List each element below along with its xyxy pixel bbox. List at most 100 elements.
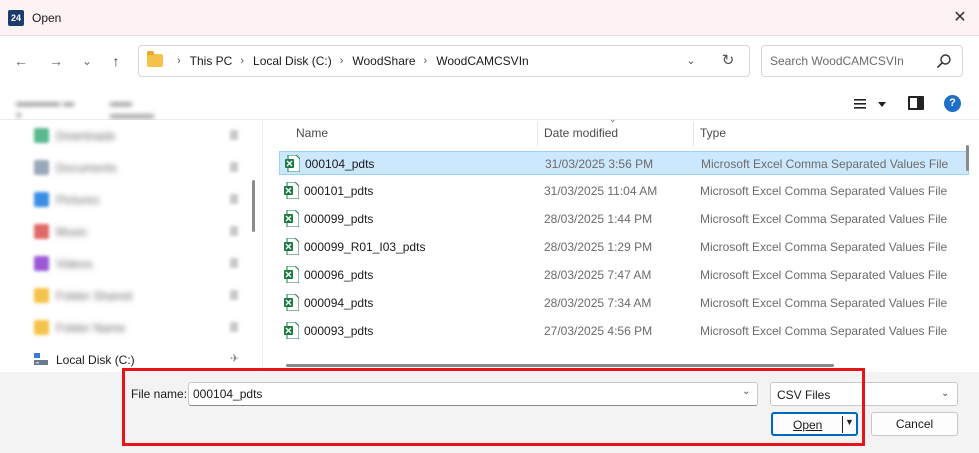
breadcrumb-local-disk[interactable]: Local Disk (C:) (253, 54, 332, 68)
search-icon[interactable] (936, 53, 952, 69)
recent-locations-button[interactable]: ⌄ (75, 50, 99, 72)
close-button[interactable]: ✕ (946, 6, 974, 30)
file-row[interactable]: 000094_pdts 28/03/2025 7:34 AM Microsoft E… (279, 291, 969, 315)
cancel-button[interactable]: Cancel (871, 412, 958, 436)
file-type-select[interactable]: CSV Files ⌄ (770, 382, 958, 406)
open-button-label: Open (793, 418, 823, 432)
pin-icon (230, 194, 238, 204)
search-input[interactable] (770, 52, 930, 70)
file-date-modified: 31/03/2025 11:04 AM (544, 184, 658, 198)
download-icon (34, 128, 49, 143)
file-row[interactable]: 000099_pdts 28/03/2025 1:44 PM Microsoft E… (279, 207, 969, 231)
excel-csv-icon (284, 266, 299, 283)
view-options-icon[interactable] (854, 96, 890, 112)
file-name-input[interactable] (193, 386, 723, 402)
sidebar-item-pictures[interactable]: Pictures (34, 190, 238, 210)
file-type: Microsoft Excel Comma Separated Values F… (700, 212, 948, 226)
search-box[interactable] (761, 45, 963, 77)
folder-icon (34, 288, 49, 303)
up-button[interactable]: ↑ (104, 50, 128, 72)
app-icon: 24 (8, 10, 24, 26)
excel-csv-icon (284, 210, 299, 227)
horizontal-scrollbar[interactable] (286, 364, 834, 367)
sidebar-item-label: Local Disk (C:) (56, 353, 135, 367)
column-divider[interactable] (537, 122, 538, 146)
file-name: 000093_pdts (304, 324, 374, 338)
chevron-down-icon[interactable]: ⌄ (742, 386, 750, 397)
sidebar-item-documents[interactable]: Documents (34, 158, 238, 178)
new-folder-button[interactable]: ▬▬ ▬▬▬▬ (110, 97, 168, 121)
sidebar-item-label: Videos (56, 257, 93, 271)
column-header-type[interactable]: Type (700, 120, 726, 146)
sidebar-item-label: Downloads (56, 129, 116, 143)
refresh-button[interactable]: ↻ (717, 51, 739, 71)
command-bar: ▬▬▬▬ ▬ ▾ ▬▬ ▬▬▬▬ ? (0, 86, 979, 122)
sidebar-item-music[interactable]: Music (34, 222, 238, 242)
breadcrumb: › This PC › Local Disk (C:) › WoodShare … (169, 46, 529, 76)
file-type: Microsoft Excel Comma Separated Values F… (700, 324, 948, 338)
file-name: 000104_pdts (305, 157, 375, 171)
document-icon (34, 160, 49, 175)
drive-icon (34, 353, 48, 365)
address-history-dropdown[interactable]: ⌄ (682, 52, 700, 70)
window-title: Open (32, 11, 62, 25)
sidebar-scrollbar[interactable] (252, 180, 255, 232)
excel-csv-icon (285, 155, 300, 172)
sidebar-item-label: Pictures (56, 193, 100, 207)
excel-csv-icon (284, 238, 299, 255)
forward-button[interactable]: → (44, 50, 68, 72)
breadcrumb-this-pc[interactable]: This PC (190, 54, 233, 68)
file-date-modified: 28/03/2025 1:44 PM (544, 212, 653, 226)
navigation-pane: Downloads Documents Pictures Music Video… (0, 120, 262, 372)
preview-pane-icon[interactable] (908, 96, 924, 110)
file-row[interactable]: 000096_pdts 28/03/2025 7:47 AM Microsoft E… (279, 263, 969, 287)
folder-icon (147, 51, 163, 67)
folder-icon (34, 320, 49, 335)
pin-icon: ✈ (230, 353, 240, 365)
split-divider (842, 416, 843, 433)
file-list-scrollbar[interactable] (966, 145, 969, 171)
back-button[interactable]: ← (9, 50, 33, 72)
excel-csv-icon (284, 322, 299, 339)
open-options-dropdown[interactable]: ▼ (845, 417, 854, 427)
file-type-value: CSV Files (777, 388, 831, 402)
file-date-modified: 28/03/2025 1:29 PM (544, 240, 653, 254)
file-type: Microsoft Excel Comma Separated Values F… (700, 240, 948, 254)
file-date-modified: 28/03/2025 7:34 AM (544, 296, 652, 310)
help-icon[interactable]: ? (944, 95, 961, 112)
breadcrumb-woodcamcsvin[interactable]: WoodCAMCSVIn (436, 54, 528, 68)
chevron-right-icon: › (423, 55, 428, 67)
file-row[interactable]: 000101_pdts 31/03/2025 11:04 AM Microsoft … (279, 179, 969, 203)
file-name-field[interactable]: ⌄ (188, 382, 758, 406)
chevron-right-icon: › (177, 55, 181, 67)
sidebar-item-folder-2[interactable]: Folder Name (34, 318, 238, 338)
pin-icon (230, 290, 238, 300)
organize-button[interactable]: ▬▬▬▬ ▬ ▾ (16, 97, 80, 122)
sidebar-item-folder-1[interactable]: Folder Shared (34, 286, 238, 306)
file-date-modified: 31/03/2025 3:56 PM (545, 157, 654, 171)
pin-icon (230, 322, 238, 332)
file-type: Microsoft Excel Comma Separated Values F… (701, 157, 949, 171)
column-divider[interactable] (693, 122, 694, 146)
sidebar-item-label: Music (56, 225, 88, 239)
file-type: Microsoft Excel Comma Separated Values F… (700, 184, 948, 198)
file-type: Microsoft Excel Comma Separated Values F… (700, 268, 948, 282)
chevron-down-icon: ⌄ (941, 388, 950, 399)
sidebar-item-local-disk[interactable]: Local Disk (C:) ✈ (34, 350, 239, 370)
column-header-date-modified[interactable]: Date modified (544, 120, 618, 146)
file-row[interactable]: 000093_pdts 27/03/2025 4:56 PM Microsoft E… (279, 319, 969, 343)
column-header-name[interactable]: Name (296, 120, 328, 146)
file-row[interactable]: 000104_pdts 31/03/2025 3:56 PM Microsoft E… (279, 151, 969, 175)
sidebar-item-videos[interactable]: Videos (34, 254, 238, 274)
file-list: Name ⌄ Date modified Type 000104_pdts 31/… (263, 114, 979, 372)
file-name: 000099_pdts (304, 212, 374, 226)
open-button[interactable]: Open ▼ (771, 412, 858, 436)
address-bar[interactable]: › This PC › Local Disk (C:) › WoodShare … (138, 45, 750, 77)
sidebar-item-label: Folder Name (56, 321, 126, 335)
sidebar-item-label: Documents (56, 161, 117, 175)
file-row[interactable]: 000099_R01_I03_pdts 28/03/2025 1:29 PM Mic… (279, 235, 969, 259)
breadcrumb-woodshare[interactable]: WoodShare (352, 54, 415, 68)
file-date-modified: 28/03/2025 7:47 AM (544, 268, 652, 282)
sidebar-item-downloads[interactable]: Downloads (34, 126, 238, 146)
file-name-panel: File name: ⌄ CSV Files ⌄ Open ▼ Cancel (0, 372, 979, 453)
